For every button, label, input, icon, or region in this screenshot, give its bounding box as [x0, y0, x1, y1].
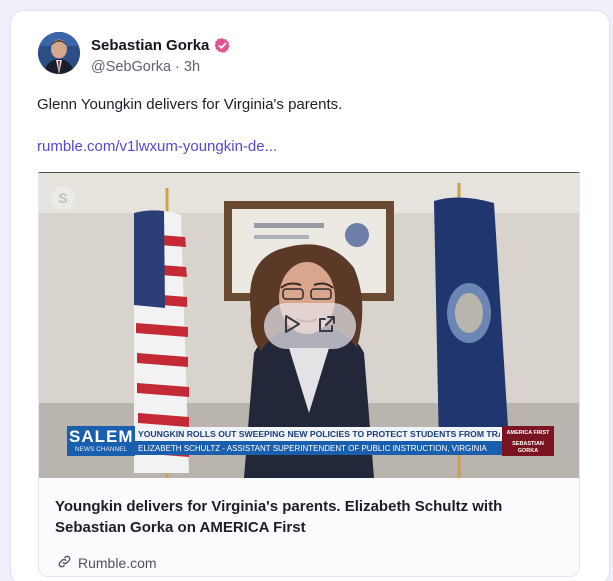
- avatar[interactable]: [38, 32, 80, 74]
- post-card[interactable]: Sebastian Gorka @SebGorka · 3h Glenn You…: [10, 10, 610, 581]
- open-external-icon[interactable]: [317, 314, 337, 339]
- link-icon: [57, 554, 72, 572]
- post-text: Glenn Youngkin delivers for Virginia's p…: [37, 96, 343, 113]
- skype-icon: S: [58, 190, 67, 206]
- post-link[interactable]: rumble.com/v1lwxum-youngkin-de...: [37, 138, 277, 155]
- card-title[interactable]: Youngkin delivers for Virginia's parents…: [55, 496, 565, 538]
- separator: ·: [175, 59, 180, 75]
- play-overlay[interactable]: [264, 303, 356, 349]
- author-handle[interactable]: @SebGorka: [91, 59, 171, 75]
- play-icon[interactable]: [283, 314, 301, 339]
- card-source[interactable]: Rumble.com: [57, 554, 157, 572]
- chyron-subline: ELIZABETH SCHULTZ - ASSISTANT SUPERINTEN…: [138, 444, 487, 453]
- card-source-label: Rumble.com: [78, 555, 157, 571]
- verified-badge-icon: [214, 37, 231, 54]
- video-thumbnail[interactable]: S SALEM NEWS CHANNEL YOUNGKIN ROLLS OUT …: [39, 173, 579, 478]
- chyron-brand: SALEM: [69, 427, 134, 446]
- chyron-headline: YOUNGKIN ROLLS OUT SWEEPING NEW POLICIES…: [138, 429, 500, 439]
- author-name[interactable]: Sebastian Gorka: [91, 37, 209, 54]
- handle-row: @SebGorka · 3h: [91, 59, 200, 75]
- show-logo-top: AMERICA FIRST: [506, 430, 550, 436]
- chyron-brand-sub: NEWS CHANNEL: [74, 446, 128, 453]
- show-logo-bottom: SEBASTIAN GORKA: [512, 441, 544, 454]
- post-time[interactable]: 3h: [184, 59, 200, 75]
- card-body[interactable]: Youngkin delivers for Virginia's parents…: [39, 478, 579, 576]
- link-preview-card[interactable]: S SALEM NEWS CHANNEL YOUNGKIN ROLLS OUT …: [38, 172, 580, 577]
